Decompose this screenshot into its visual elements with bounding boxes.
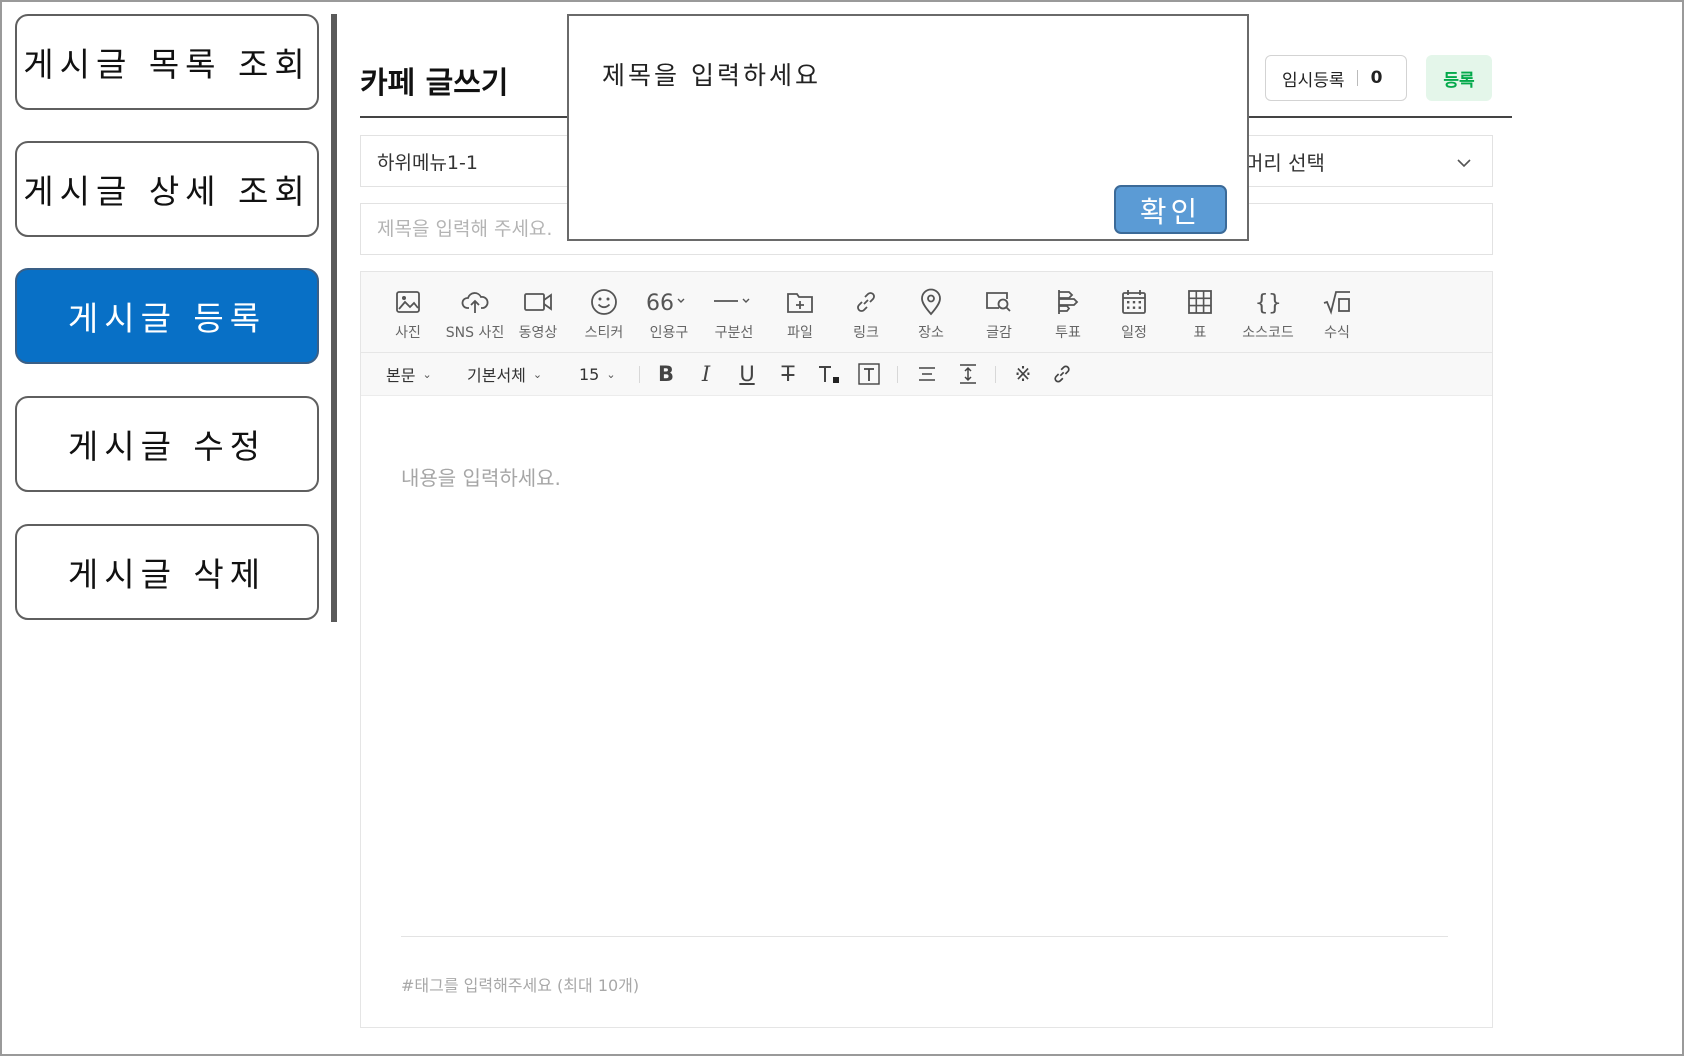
alert-dialog: 제목을 입력하세요 확인: [567, 14, 1249, 241]
format-toolbar: 본문 ⌄ 기본서체 ⌄ 15 ⌄ B I U T ※: [361, 353, 1492, 396]
board-select-value: 하위메뉴1-1: [377, 151, 478, 174]
toolbar-sourcecode-button[interactable]: {} 소스코드: [1230, 284, 1306, 342]
toolbar-divider-button[interactable]: 구분선: [696, 284, 772, 342]
toolbar-label: 장소: [918, 325, 944, 341]
toolbar-separator: [639, 366, 640, 383]
toolbar-label: 일정: [1121, 325, 1147, 341]
temp-save-count: 0: [1370, 68, 1383, 88]
body-input[interactable]: 내용을 입력하세요.: [401, 462, 561, 491]
toolbar-label: 동영상: [518, 325, 558, 341]
font-size-select[interactable]: 15 ⌄: [579, 353, 616, 395]
toolbar-label: 사진: [395, 325, 421, 341]
toolbar-label: 투표: [1055, 325, 1081, 341]
table-icon: [1162, 284, 1238, 320]
italic-icon[interactable]: I: [692, 360, 720, 388]
search-material-icon: [961, 284, 1037, 320]
tag-input[interactable]: #태그를 입력해주세요 (최대 10개): [401, 972, 639, 996]
paragraph-style-select[interactable]: 본문 ⌄: [386, 353, 432, 395]
publish-button[interactable]: 등록: [1426, 55, 1492, 101]
calendar-icon: [1096, 284, 1172, 320]
strikethrough-icon[interactable]: T: [774, 360, 802, 388]
location-pin-icon: [893, 284, 969, 320]
toolbar-label: 파일: [787, 325, 813, 341]
toolbar-video-button[interactable]: 동영상: [500, 284, 576, 342]
toolbar-file-button[interactable]: 파일: [762, 284, 838, 342]
toolbar-label: 소스코드: [1242, 325, 1294, 341]
sidebar-item-detail[interactable]: 게시글 상세 조회: [15, 141, 319, 237]
toolbar-table-button[interactable]: 표: [1162, 284, 1238, 342]
sidebar-divider: [331, 14, 337, 622]
toolbar-vote-button[interactable]: 투표: [1030, 284, 1106, 342]
ok-button[interactable]: 확인: [1114, 185, 1227, 234]
line-height-icon[interactable]: [954, 360, 982, 388]
temp-save-label: 임시등록: [1282, 70, 1345, 91]
divider-icon: [696, 284, 772, 320]
toolbar-formula-button[interactable]: 수식: [1299, 284, 1375, 342]
sidebar-item-delete[interactable]: 게시글 삭제: [15, 524, 319, 620]
toolbar-photo-button[interactable]: 사진: [370, 284, 446, 342]
prefix-select-value: 머리 선택: [1245, 150, 1325, 175]
sidebar-item-edit[interactable]: 게시글 수정: [15, 396, 319, 492]
toolbar-place-button[interactable]: 장소: [893, 284, 969, 342]
file-icon: [762, 284, 838, 320]
editor: 사진 SNS 사진 동영상 스티커 66 인용구 구분선 파일 링크 장소 글감…: [360, 271, 1493, 1028]
sidebar-item-create[interactable]: 게시글 등록: [15, 268, 319, 364]
paragraph-style-value: 본문: [386, 366, 416, 385]
toolbar-label: 글감: [986, 325, 1012, 341]
formula-icon: [1299, 284, 1375, 320]
toolbar-separator: [897, 366, 898, 383]
temp-save-separator: [1356, 70, 1358, 86]
toolbar-material-button[interactable]: 글감: [961, 284, 1037, 342]
chevron-down-icon: ⌄: [532, 367, 543, 381]
font-size-value: 15: [579, 364, 600, 384]
insert-toolbar: 사진 SNS 사진 동영상 스티커 66 인용구 구분선 파일 링크 장소 글감…: [361, 272, 1492, 353]
vote-icon: [1030, 284, 1106, 320]
toolbar-label: 표: [1193, 325, 1207, 341]
svg-text:{}: {}: [1255, 291, 1282, 315]
toolbar-label: 수식: [1324, 325, 1350, 341]
font-family-select[interactable]: 기본서체 ⌄: [467, 353, 542, 395]
dialog-message: 제목을 입력하세요: [602, 61, 821, 90]
background-color-icon[interactable]: [855, 360, 883, 388]
chevron-down-icon: ⌄: [422, 367, 432, 381]
underline-icon[interactable]: U: [733, 360, 761, 388]
toolbar-separator: [995, 366, 996, 383]
link-icon[interactable]: [1048, 360, 1076, 388]
chevron-down-icon: ⌄: [606, 367, 616, 381]
page-title: 카페 글쓰기: [360, 66, 509, 101]
chevron-down-icon: [1456, 149, 1472, 173]
bold-icon[interactable]: B: [652, 360, 680, 388]
code-braces-icon: {}: [1230, 284, 1306, 320]
tag-divider: [401, 936, 1448, 937]
image-icon: [370, 284, 446, 320]
app-window: 게시글 목록 조회 게시글 상세 조회 게시글 등록 게시글 수정 게시글 삭제…: [0, 0, 1684, 1056]
font-color-icon[interactable]: [815, 360, 843, 388]
special-character-icon[interactable]: ※: [1009, 360, 1037, 388]
toolbar-schedule-button[interactable]: 일정: [1096, 284, 1172, 342]
temp-save-button[interactable]: 임시등록 0: [1265, 55, 1407, 101]
svg-text:66: 66: [646, 291, 674, 314]
sidebar-item-list[interactable]: 게시글 목록 조회: [15, 14, 319, 110]
font-family-value: 기본서체: [467, 366, 526, 385]
toolbar-label: 구분선: [714, 325, 754, 341]
video-icon: [500, 284, 576, 320]
align-icon[interactable]: [913, 360, 941, 388]
